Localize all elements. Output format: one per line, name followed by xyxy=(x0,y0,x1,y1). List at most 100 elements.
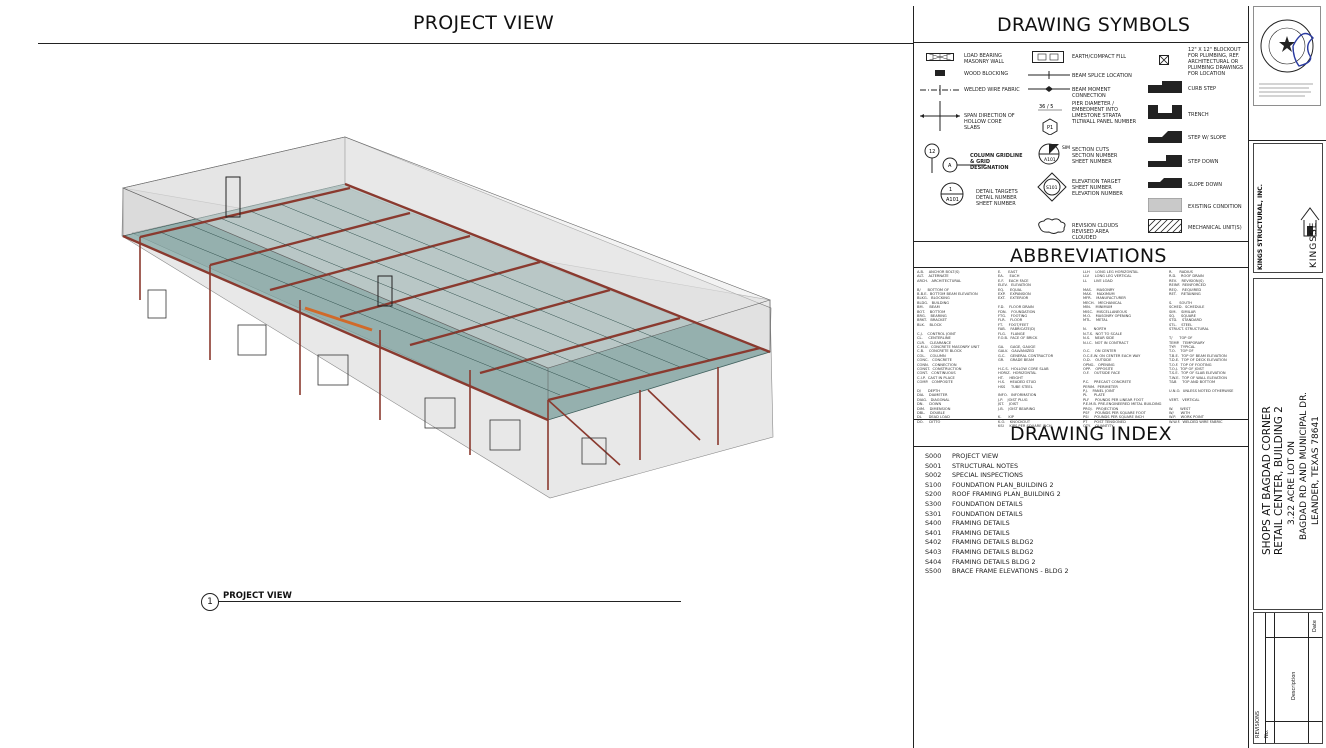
svg-text:SIM: SIM xyxy=(1062,145,1070,151)
sheet-title: FRAMING DETAILS xyxy=(952,519,1010,528)
rev-col-date: Date xyxy=(1312,620,1318,632)
symbol-label-wood: WOOD BLOCKING xyxy=(964,71,1009,77)
symbol-label-detail: DETAIL TARGETS DETAIL NUMBER SHEET NUMBE… xyxy=(976,189,1018,207)
callout-label: PROJECT VIEW xyxy=(223,591,292,601)
svg-text:36 / 5: 36 / 5 xyxy=(1039,104,1053,110)
sheet-number: S402 xyxy=(925,538,942,547)
project-title-line2: RETAIL CENTER, BUILDING 2 xyxy=(1273,406,1285,555)
sheet-title: FRAMING DETAILS BLDG2 xyxy=(952,538,1034,547)
symbol-label-section: SECTION CUTS SECTION NUMBER SHEET NUMBER xyxy=(1072,147,1118,165)
symbol-label-grid: COLUMN GRIDLINE & GRID DESIGNATION xyxy=(970,153,1023,171)
symbol-label-span: SPAN DIRECTION OF HOLLOW CORE SLABS xyxy=(964,113,1015,131)
project-title-line5: LEANDER, TEXAS 78641 xyxy=(1311,416,1321,525)
callout-number: 1 xyxy=(207,597,213,607)
symbol-label-splice: BEAM SPLICE LOCATION xyxy=(1072,73,1132,79)
sheet-title: FRAMING DETAILS BLDG2 xyxy=(952,548,1034,556)
sheet-title: FRAMING DETAILS BLDG 2 xyxy=(952,557,1036,566)
sheet-number: S301 xyxy=(925,509,942,518)
rev-col-divider xyxy=(1308,613,1309,743)
project-view-title: PROJECT VIEW xyxy=(413,12,555,34)
sheet-number: S404 xyxy=(925,557,942,566)
symbol-label-existing: EXISTING CONDITION xyxy=(1188,204,1242,210)
welded-wire-icon xyxy=(920,85,960,95)
firm-logo-text: KINGSSE xyxy=(1309,221,1319,268)
rev-col-divider xyxy=(1265,613,1266,743)
sheet-title: FRAMING DETAILS xyxy=(952,528,1010,537)
masonry-wall-icon xyxy=(926,53,954,61)
abbreviations-column-4: R. RADIUS R.D. ROOF DRAIN REV. REVISION(… xyxy=(1169,270,1234,424)
existing-condition-icon xyxy=(1148,198,1182,212)
project-title-line1: SHOPS AT BAGDAD CORNER xyxy=(1261,406,1273,555)
abbreviations-column-3: LLH LONG LEG HORIZONTAL LLV LONG LEG VER… xyxy=(1083,270,1162,429)
project-title-line3: 3.22 ACRE LOT ON xyxy=(1287,441,1297,525)
pier-diameter-icon: 36 / 5 P1 xyxy=(1038,104,1062,135)
drawing-index-title-rule xyxy=(914,446,1248,447)
slope-down-icon xyxy=(1148,178,1182,188)
isometric-building-model xyxy=(121,136,774,499)
sheet-title: SPECIAL INSPECTIONS xyxy=(952,471,1023,480)
symbol-label-step-down: STEP DOWN xyxy=(1188,159,1219,165)
sheet-title: FOUNDATION DETAILS xyxy=(952,500,1023,508)
detail-target-icon: 1 A101 xyxy=(940,182,964,206)
span-direction-icon xyxy=(920,101,960,131)
moment-connection-icon xyxy=(1028,86,1070,92)
svg-text:P1: P1 xyxy=(1047,125,1053,131)
symbol-label-masonry: LOAD BEARING MASONRY WALL xyxy=(964,53,1005,65)
sheet-title: PROJECT VIEW xyxy=(952,452,999,460)
sheet-number: S500 xyxy=(925,567,942,576)
symbol-label-step-slope: STEP W/ SLOPE xyxy=(1188,135,1227,141)
drawing-index-list: S000 PROJECT VIEW S001 STRUCTURAL NOTES S0… xyxy=(925,452,1245,582)
svg-text:A: A xyxy=(948,163,952,169)
step-down-icon xyxy=(1148,155,1182,167)
symbol-label-trench: TRENCH xyxy=(1188,112,1209,118)
abbreviations-top-rule xyxy=(914,241,1248,242)
blockout-icon xyxy=(1159,55,1169,65)
sheet-number: S002 xyxy=(925,471,942,480)
rev-row-divider xyxy=(1265,637,1322,638)
symbol-label-slope-down: SLOPE DOWN xyxy=(1188,182,1222,188)
symbol-label-elevation: ELEVATION TARGET SHEET NUMBER ELEVATION … xyxy=(1072,179,1123,197)
sheet-title: FOUNDATION PLAN_BUILDING 2 xyxy=(952,480,1054,489)
elevation-target-icon: S101 xyxy=(1037,172,1067,202)
abbreviations-column-2: E. EAST EA. EACH E.F. EACH FACE ELEV. EL… xyxy=(998,270,1054,429)
symbol-label-moment: BEAM MOMENT CONNECTION xyxy=(1072,87,1111,99)
project-view-title-rule xyxy=(38,43,913,44)
revisions-label: REVISIONS xyxy=(1255,710,1261,738)
wood-blocking-icon xyxy=(935,70,945,76)
sheet-title: STRUCTURAL NOTES xyxy=(952,461,1019,470)
rev-col-no: No. xyxy=(1264,729,1270,738)
callout-rule xyxy=(218,601,681,602)
abbreviations-title: ABBREVIATIONS xyxy=(1010,245,1167,267)
sheet-number: S200 xyxy=(925,490,942,499)
sheet-number: S401 xyxy=(925,528,942,537)
abbreviations-title-rule xyxy=(914,267,1248,268)
symbol-label-earth: EARTH/COMPACT FILL xyxy=(1072,54,1127,60)
sheet-number: S400 xyxy=(925,519,942,528)
symbol-label-pier: PIER DIAMETER / EMBEDMENT INTO LIMESTONE… xyxy=(1072,101,1137,125)
svg-text:12: 12 xyxy=(929,149,935,155)
seal-rule xyxy=(1249,140,1326,141)
mechanical-unit-icon xyxy=(1148,219,1182,233)
sheet-title: BRACE FRAME ELEVATIONS - BLDG 2 xyxy=(952,567,1069,576)
curb-step-icon xyxy=(1148,81,1182,93)
sheet-number: S000 xyxy=(925,452,942,460)
svg-text:A101: A101 xyxy=(946,197,959,203)
section-cut-icon: SIM A101 xyxy=(1038,143,1070,165)
revision-cloud-icon xyxy=(1038,218,1066,234)
svg-text:A101: A101 xyxy=(1044,157,1056,163)
sheet-number: S100 xyxy=(925,480,942,489)
symbol-label-wwf: WELDED WIRE FABRIC xyxy=(964,87,1020,93)
firm-name: KINGS STRUCTURAL, INC. xyxy=(1257,184,1264,270)
abbreviations-column-1: A.B. ANCHOR BOLT(S) ALT. ALTERNATE ARCH.… xyxy=(917,270,980,424)
rev-row-divider xyxy=(1265,721,1322,722)
drawing-index-top-rule xyxy=(914,419,1248,420)
drawing-symbols-legend: LOAD BEARING MASONRY WALL WOOD BLOCKING … xyxy=(914,43,1248,241)
svg-text:S101: S101 xyxy=(1046,185,1058,191)
sheet-number: S403 xyxy=(925,548,942,556)
symbol-label-blockout: 12" X 12" BLOCKOUT FOR PLUMBING, REF. AR… xyxy=(1188,47,1244,77)
step-slope-icon xyxy=(1148,131,1182,143)
rev-col-description: Description xyxy=(1291,671,1297,700)
beam-splice-icon xyxy=(1028,71,1070,79)
sheet-number: S001 xyxy=(925,461,942,470)
engineer-seal-icon xyxy=(1253,6,1321,106)
